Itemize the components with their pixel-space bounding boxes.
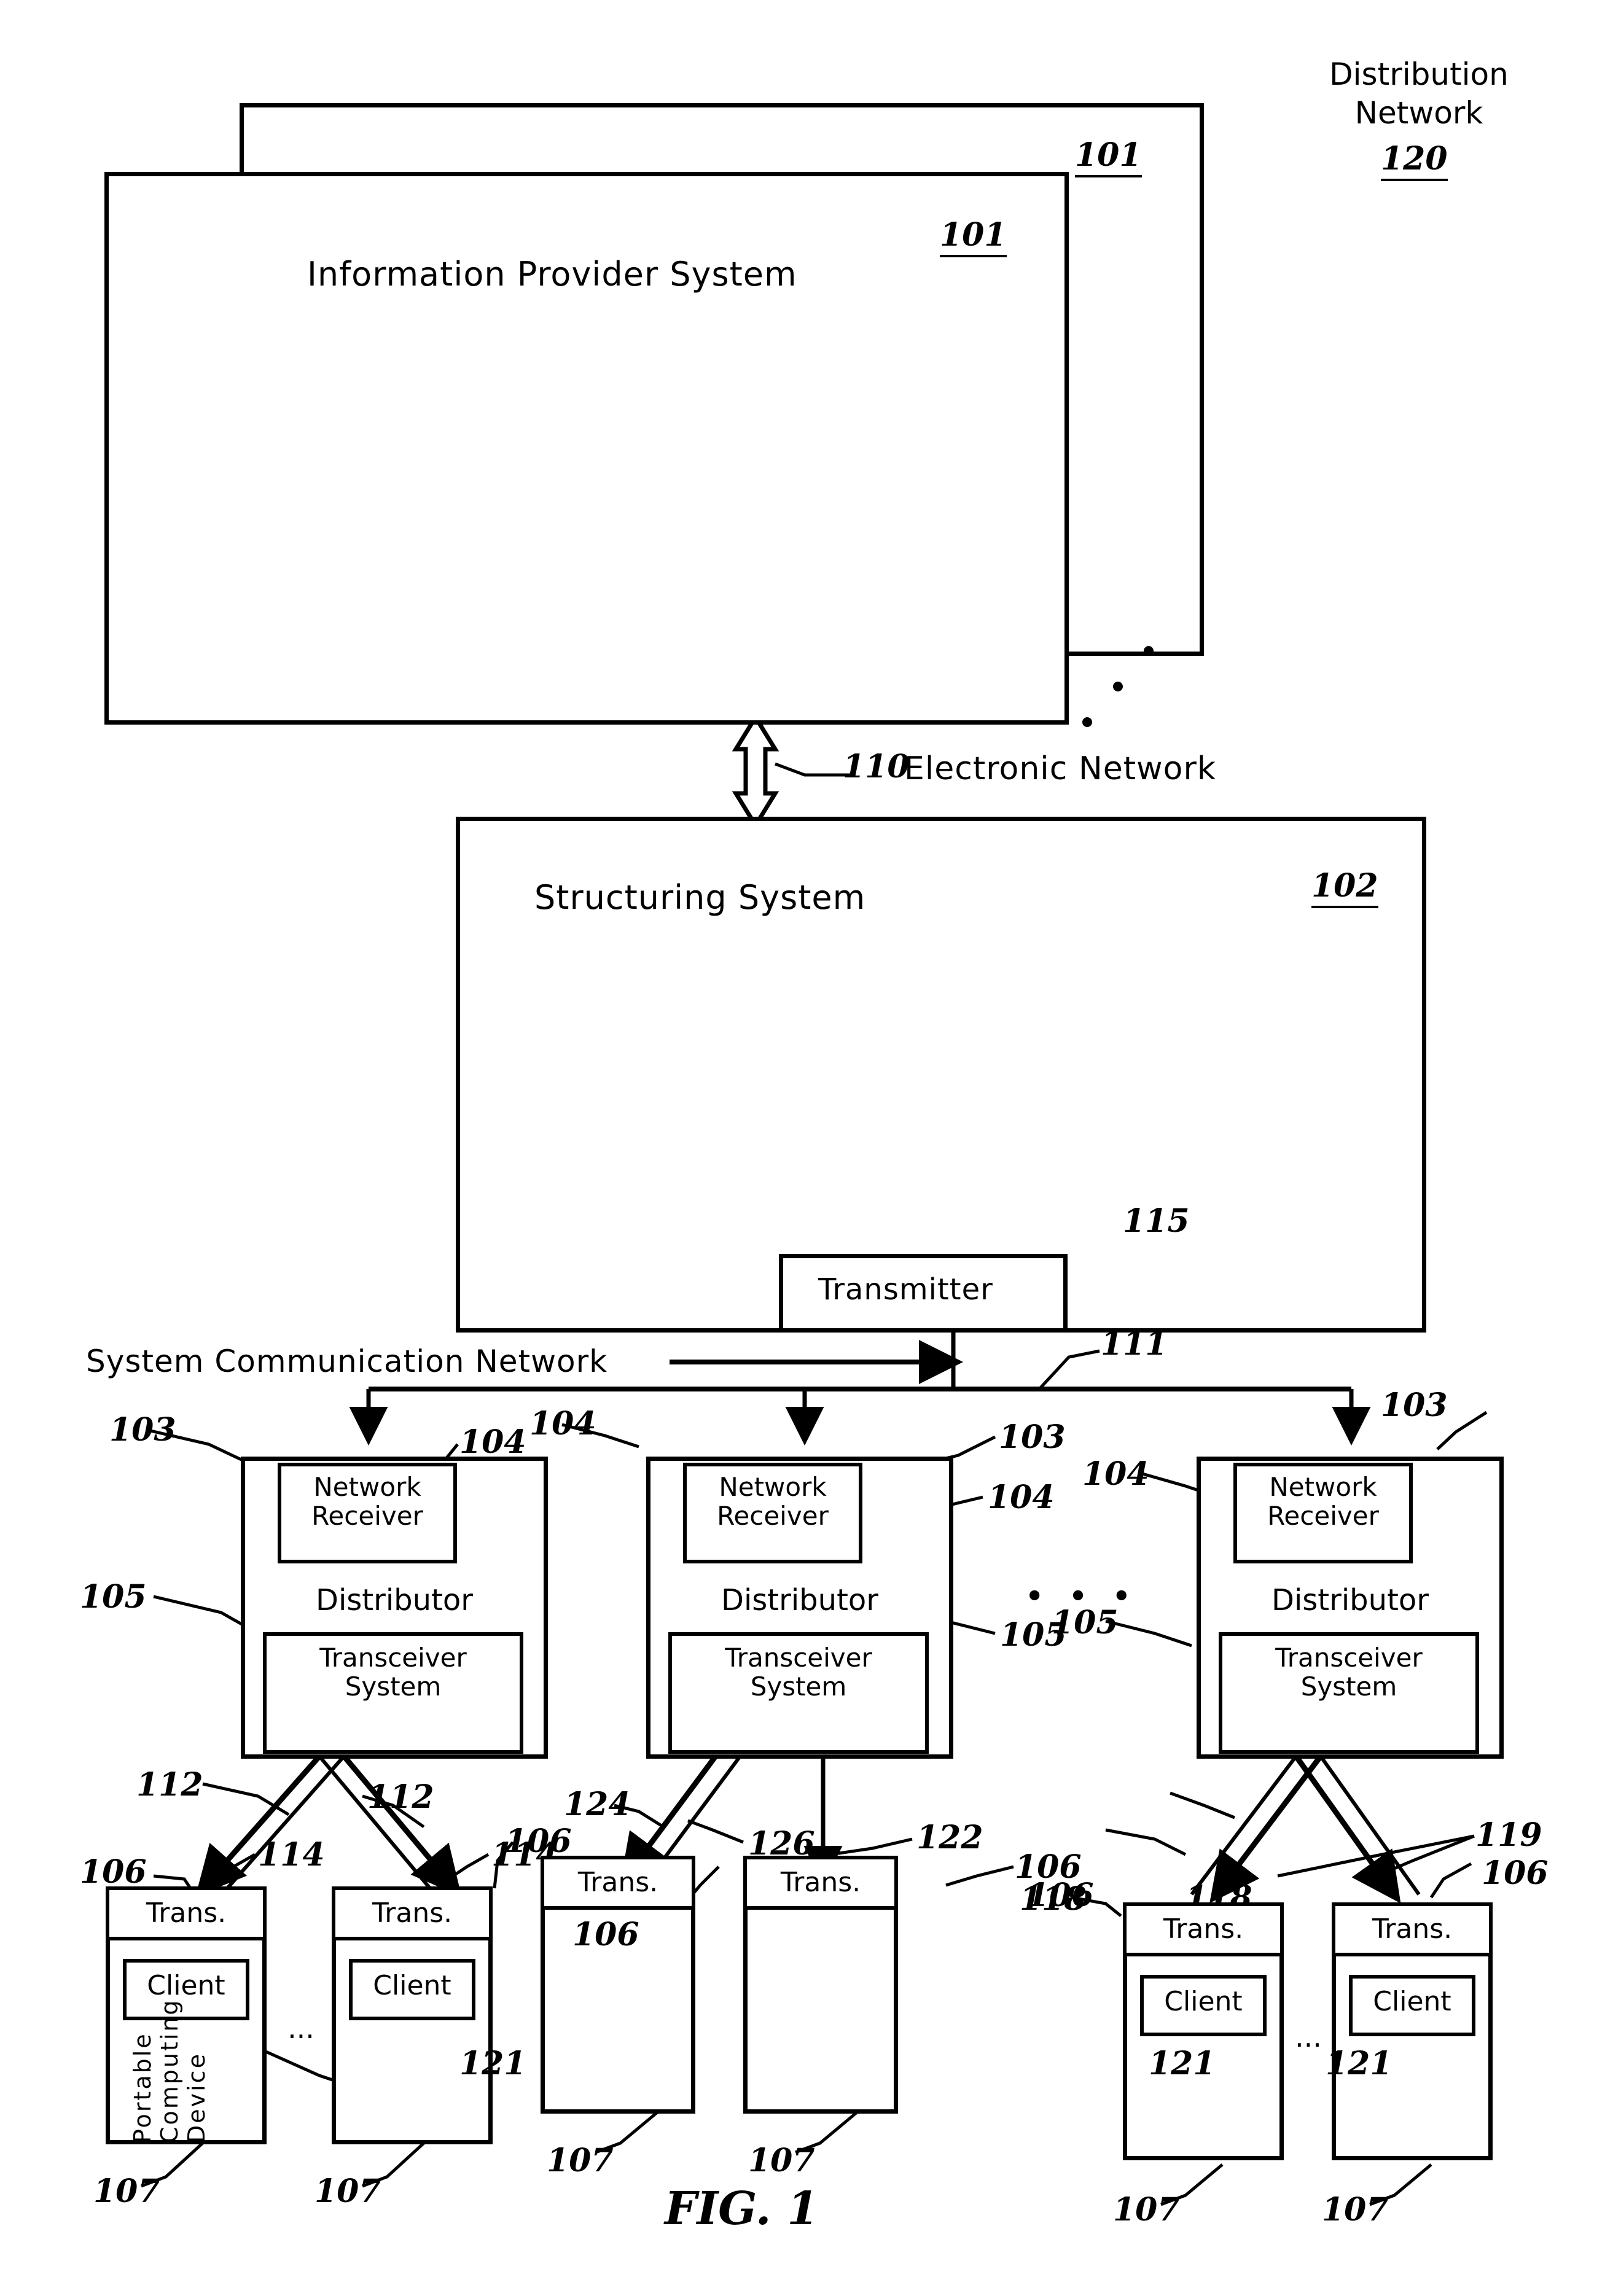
nr-line2: Receiver — [311, 1501, 423, 1531]
client-device-2-client-label: Client — [373, 1970, 451, 2001]
distributor-1-ref: 103 — [109, 1411, 176, 1449]
information-provider-ref-back: 101 — [1075, 136, 1142, 177]
distributor-2-ref: 103 — [999, 1418, 1066, 1456]
client-device-3-trans-ref: 106 — [572, 1916, 639, 1953]
distributor-3-label: Distributor — [1271, 1583, 1429, 1617]
figure-caption: FIG. 1 — [665, 2182, 819, 2235]
provider-stack-ellipsis — [1113, 682, 1123, 691]
tr-line1: Transceiver — [725, 1643, 872, 1673]
client-group-1-ellipsis: ... — [287, 2012, 314, 2045]
link-ref-119: 119 — [1475, 1816, 1542, 1854]
patent-figure-1: Information Provider System 101 101 Dist… — [0, 0, 1621, 2296]
electronic-network-arrow — [732, 713, 779, 830]
client-group-3-ellipsis: ... — [1295, 2020, 1322, 2053]
provider-stack-ellipsis — [1144, 646, 1154, 656]
link-ref-112-b: 112 — [367, 1778, 434, 1816]
distributor-1-transceiver-label: Transceiver System — [263, 1643, 523, 1701]
client-device-5-device-ref: 107 — [1113, 2191, 1180, 2228]
distributor-3-ref: 103 — [1381, 1387, 1448, 1424]
distributor-3-transceiver-label: Transceiver System — [1219, 1643, 1479, 1701]
nr-line1: Network — [1269, 1472, 1377, 1502]
nr-line2: Receiver — [1267, 1501, 1379, 1531]
structuring-system-label: Structuring System — [534, 878, 866, 917]
distributor-1-transceiver-ref: 105 — [80, 1578, 147, 1616]
client-device-2-client-ref: 121 — [459, 2045, 526, 2082]
tr-line2: System — [345, 1671, 442, 1702]
client-device-1-device-ref: 107 — [93, 2173, 160, 2210]
distribution-network-line2: Network — [1354, 95, 1483, 131]
client-device-4-trans-label: Trans. — [780, 1867, 861, 1898]
distribution-network-ref: 120 — [1381, 140, 1448, 181]
distribution-network-line1: Distribution — [1329, 56, 1509, 92]
client-device-6-trans-label: Trans. — [1372, 1913, 1453, 1945]
system-communication-network-label: System Communication Network — [86, 1344, 608, 1379]
distributor-3-network-receiver-ref: 104 — [1082, 1455, 1149, 1493]
client-device-5-client-label: Client — [1164, 1986, 1243, 2017]
distributor-2-network-receiver-ref-left: 104 — [529, 1405, 596, 1442]
client-device-4-device-ref: 107 — [748, 2142, 815, 2179]
client-device-1-trans-label: Trans. — [146, 1897, 227, 1929]
distributor-2-transceiver-label: Transceiver System — [668, 1643, 929, 1701]
client-device-3-device-ref: 107 — [547, 2142, 614, 2179]
distributor-1-network-receiver-ref: 104 — [459, 1423, 526, 1461]
client-device-1-client-label: Client — [147, 1970, 225, 2001]
tr-line2: System — [1300, 1671, 1397, 1702]
electronic-network-label: Electronic Network — [904, 750, 1216, 787]
distributor-1-network-receiver-label: Network Receiver — [278, 1473, 457, 1530]
client-device-6-client-ref: 121 — [1326, 2045, 1392, 2082]
information-provider-system-label: Information Provider System — [307, 255, 797, 294]
distribution-network-title: Distribution Network — [1278, 55, 1560, 132]
client-device-1-device-label: Portable Computing Device — [129, 1998, 210, 2143]
distributor-3-transceiver-ref: 105 — [1052, 1604, 1119, 1641]
client-device-3-trans-label: Trans. — [577, 1867, 658, 1898]
client-device-2-trans-label: Trans. — [372, 1897, 453, 1929]
client-device-5-trans-label: Trans. — [1163, 1913, 1244, 1945]
system-communication-network-ref: 111 — [1101, 1325, 1168, 1363]
nr-line2: Receiver — [717, 1501, 829, 1531]
provider-stack-ellipsis — [1082, 717, 1092, 727]
client-device-5-trans-ref: 106 — [1027, 1877, 1094, 1914]
link-ref-122: 122 — [916, 1819, 983, 1856]
structuring-system-ref: 102 — [1311, 867, 1378, 908]
client-device-2-device-ref: 107 — [314, 2173, 381, 2210]
distributor-2-label: Distributor — [721, 1583, 878, 1617]
client-device-6-device-ref: 107 — [1322, 2191, 1389, 2228]
link-ref-114-a: 114 — [258, 1836, 325, 1874]
client-device-5-client-ref: 121 — [1149, 2045, 1216, 2082]
information-provider-ref-front: 101 — [940, 216, 1007, 257]
nr-line1: Network — [313, 1472, 421, 1502]
distributor-2-network-receiver-ref: 104 — [988, 1479, 1055, 1516]
tr-line1: Transceiver — [1275, 1643, 1423, 1673]
link-ref-112-a: 112 — [136, 1766, 203, 1804]
link-ref-124: 124 — [564, 1786, 631, 1823]
client-device-1-trans-ref: 106 — [80, 1853, 147, 1891]
distributor-3-network-receiver-label: Network Receiver — [1233, 1473, 1413, 1530]
distributor-1-label: Distributor — [315, 1583, 473, 1617]
transmitter-ref: 115 — [1123, 1202, 1190, 1240]
tr-line2: System — [750, 1671, 847, 1702]
client-device-6-client-label: Client — [1373, 1986, 1451, 2017]
transmitter-label: Transmitter — [818, 1272, 993, 1307]
nr-line1: Network — [719, 1472, 827, 1502]
tr-line1: Transceiver — [319, 1643, 467, 1673]
electronic-network-ref: 110 — [843, 748, 910, 785]
client-device-6-trans-ref: 106 — [1482, 1854, 1549, 1892]
client-device-2-trans-ref: 106 — [505, 1823, 572, 1860]
distributor-2-network-receiver-label: Network Receiver — [683, 1473, 862, 1530]
